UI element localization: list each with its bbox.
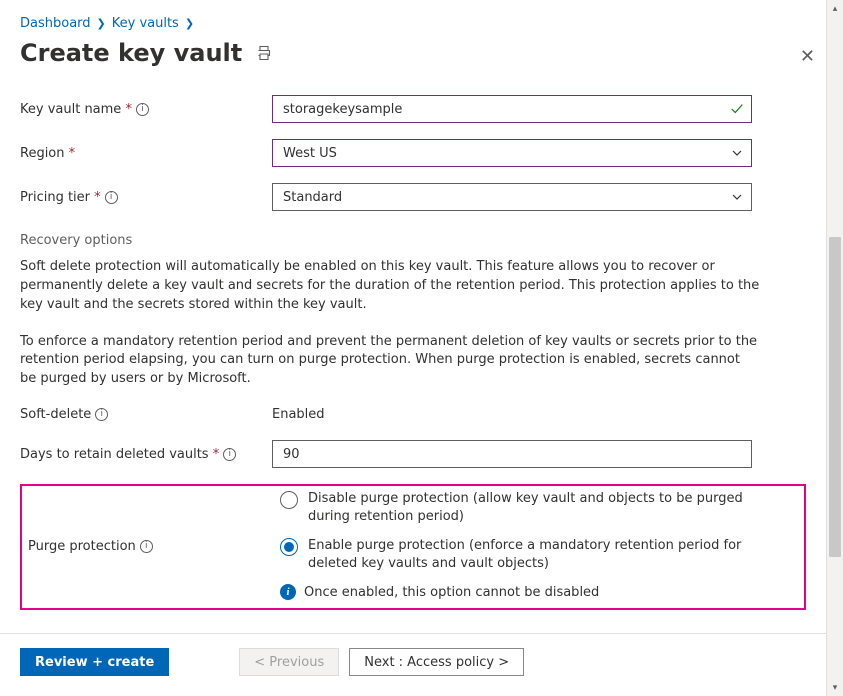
region-selected-value: West US [283, 146, 337, 161]
purge-radio-disable[interactable]: Disable purge protection (allow key vaul… [280, 490, 760, 525]
vertical-scrollbar[interactable]: ▴ ▾ [826, 0, 843, 696]
days-input[interactable] [272, 440, 752, 468]
tier-select[interactable]: Standard [272, 183, 752, 211]
info-icon[interactable]: i [223, 448, 236, 461]
chevron-right-icon: ❯ [97, 17, 106, 30]
info-icon[interactable]: i [95, 408, 108, 421]
chevron-right-icon: ❯ [185, 17, 194, 30]
chevron-down-icon [731, 147, 743, 159]
purge-option-enable-label: Enable purge protection (enforce a manda… [308, 537, 760, 572]
print-icon[interactable] [256, 45, 272, 61]
purge-option-disable-label: Disable purge protection (allow key vaul… [308, 490, 760, 525]
previous-button: < Previous [239, 648, 339, 676]
info-icon[interactable]: i [136, 103, 149, 116]
check-icon [730, 102, 744, 116]
region-select[interactable]: West US [272, 139, 752, 167]
scroll-track[interactable] [827, 17, 843, 679]
purge-radio-enable[interactable]: Enable purge protection (enforce a manda… [280, 537, 760, 572]
close-icon[interactable]: ✕ [800, 46, 815, 67]
info-icon[interactable]: i [140, 540, 153, 553]
review-create-button[interactable]: Review + create [20, 648, 169, 676]
radio-icon [280, 538, 298, 556]
days-label: Days to retain deleted vaults * [20, 447, 219, 462]
name-input[interactable] [272, 95, 752, 123]
soft-delete-value: Enabled [272, 407, 325, 422]
recovery-paragraph-2: To enforce a mandatory retention period … [20, 333, 760, 390]
soft-delete-label: Soft-delete [20, 407, 91, 422]
scroll-thumb[interactable] [829, 237, 841, 557]
info-filled-icon: i [280, 584, 296, 600]
tier-label: Pricing tier * [20, 190, 101, 205]
purge-highlight: Purge protection i Disable purge protect… [20, 484, 806, 610]
breadcrumb-link-dashboard[interactable]: Dashboard [20, 16, 91, 31]
wizard-footer: Review + create < Previous Next : Access… [0, 633, 826, 696]
purge-note: Once enabled, this option cannot be disa… [304, 585, 599, 600]
purge-label: Purge protection [28, 539, 136, 554]
recovery-paragraph-1: Soft delete protection will automaticall… [20, 258, 760, 315]
recovery-heading: Recovery options [20, 233, 806, 248]
tier-selected-value: Standard [283, 190, 342, 205]
region-label: Region * [20, 146, 75, 161]
breadcrumb: Dashboard ❯ Key vaults ❯ [20, 16, 806, 31]
page-title: Create key vault [20, 39, 242, 67]
info-icon[interactable]: i [105, 191, 118, 204]
name-label: Key vault name * [20, 102, 132, 117]
radio-icon [280, 491, 298, 509]
scroll-down-arrow-icon[interactable]: ▾ [827, 679, 843, 696]
scroll-up-arrow-icon[interactable]: ▴ [827, 0, 843, 17]
breadcrumb-link-keyvaults[interactable]: Key vaults [112, 16, 179, 31]
chevron-down-icon [731, 191, 743, 203]
next-button[interactable]: Next : Access policy > [349, 648, 524, 676]
